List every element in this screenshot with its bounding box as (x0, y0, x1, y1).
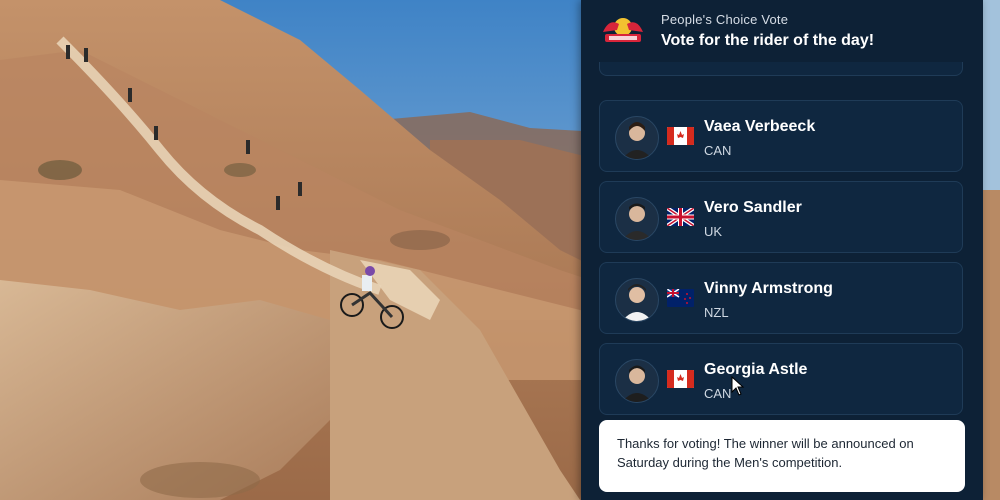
rider-country: CAN (704, 386, 732, 401)
rider-country: NZL (704, 305, 729, 320)
rider-avatar (615, 116, 659, 160)
rider-name: Vero Sandler (704, 199, 802, 216)
rider-country: CAN (704, 143, 732, 158)
rider-card[interactable]: Vero Sandler UK (599, 181, 963, 253)
notice-text: Thanks for voting! The winner will be an… (617, 436, 914, 470)
rider-avatar (615, 197, 659, 241)
rider-country: UK (704, 224, 723, 239)
rider-avatar (615, 359, 659, 403)
red-bull-rampage-logo-icon (599, 10, 647, 44)
canada-flag-icon (667, 370, 694, 388)
rider-card[interactable]: Georgia Astle CAN (599, 343, 963, 415)
vote-title: Vote for the rider of the day! (661, 32, 875, 49)
uk-flag-icon (667, 208, 694, 226)
new-zealand-flag-icon (667, 289, 694, 307)
vote-confirmation-notice: Thanks for voting! The winner will be an… (599, 420, 965, 492)
vote-panel: Vaea Verbeeck CAN Vero Sandler UK Vinny … (581, 0, 983, 500)
rider-card[interactable]: Vaea Verbeeck CAN (599, 100, 963, 172)
rider-name: Georgia Astle (704, 361, 808, 378)
rider-name: Vaea Verbeeck (704, 118, 816, 135)
canada-flag-icon (667, 127, 694, 145)
mouse-cursor-icon (731, 375, 745, 396)
rider-name: Vinny Armstrong (704, 280, 833, 297)
rider-card[interactable]: Vinny Armstrong NZL (599, 262, 963, 334)
rider-avatar (615, 278, 659, 322)
vote-subtitle: People's Choice Vote (661, 12, 789, 27)
vote-header: People's Choice Vote Vote for the rider … (581, 0, 983, 62)
